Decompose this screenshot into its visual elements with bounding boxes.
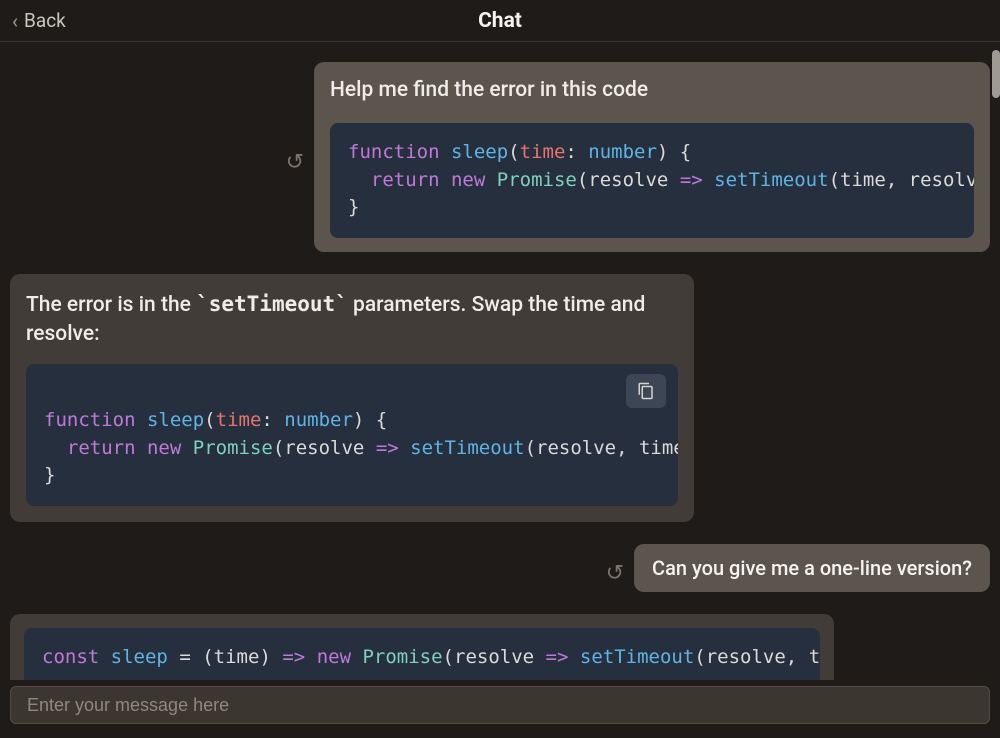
code-token: setTimeout (580, 646, 694, 668)
code-token: number (284, 409, 353, 431)
code-token: setTimeout (714, 169, 828, 191)
code-block: function sleep(time: number) { return ne… (26, 364, 678, 506)
code-token: new (317, 646, 351, 668)
code-token: resolve (909, 169, 974, 191)
scrollbar-thumb[interactable] (992, 50, 1000, 98)
code-block: const sleep = (time) => new Promise(reso… (24, 628, 820, 680)
user-message-bubble: Can you give me a one-line version? (634, 544, 990, 592)
code-token: Promise (362, 646, 442, 668)
assistant-message-bubble: const sleep = (time) => new Promise(reso… (10, 614, 834, 680)
code-token: resolve (284, 437, 364, 459)
regenerate-icon[interactable]: ↺ (286, 150, 304, 175)
code-token: number (588, 141, 657, 163)
message-row-assistant: The error is in the `setTimeout` paramet… (10, 274, 990, 522)
code-token: => (546, 646, 569, 668)
code-token: return (371, 169, 440, 191)
message-row-assistant: const sleep = (time) => new Promise(reso… (10, 614, 990, 680)
message-input[interactable] (10, 686, 990, 724)
code-token: sleep (147, 409, 204, 431)
copy-button[interactable] (626, 374, 666, 408)
page-title: Chat (478, 9, 522, 33)
inline-code: `setTimeout` (196, 292, 348, 316)
chat-window: ‹ Back Chat ↺ Help me find the error in … (0, 0, 1000, 738)
code-token: const (42, 646, 99, 668)
header-bar: ‹ Back Chat (0, 0, 1000, 42)
user-message-text: Help me find the error in this code (330, 76, 974, 105)
regenerate-icon[interactable]: ↺ (606, 561, 624, 586)
code-token: time (809, 646, 820, 668)
code-token: => (680, 169, 703, 191)
code-token: time (520, 141, 566, 163)
user-message-bubble: Help me find the error in this code func… (314, 62, 990, 252)
chevron-left-icon: ‹ (12, 11, 18, 31)
code-token: Promise (497, 169, 577, 191)
code-token: function (44, 409, 136, 431)
code-token: time (216, 409, 262, 431)
text-span: The error is in the (26, 293, 196, 317)
code-token: resolve (588, 169, 668, 191)
input-bar (0, 680, 1000, 738)
code-token: => (282, 646, 305, 668)
code-token: new (451, 169, 485, 191)
scrollbar-track[interactable] (992, 42, 1000, 680)
code-token: sleep (111, 646, 168, 668)
code-token: time (214, 646, 260, 668)
back-label: Back (24, 9, 66, 32)
code-token: time (840, 169, 886, 191)
code-token: new (147, 437, 181, 459)
back-button[interactable]: ‹ Back (12, 9, 66, 32)
messages-scroll-area[interactable]: ↺ Help me find the error in this code fu… (0, 42, 1000, 680)
code-token: resolve (706, 646, 786, 668)
code-token: resolve (454, 646, 534, 668)
code-token: time (639, 437, 678, 459)
code-token: resolve (536, 437, 616, 459)
copy-icon (637, 382, 655, 400)
code-token: function (348, 141, 440, 163)
assistant-message-text: The error is in the `setTimeout` paramet… (26, 290, 678, 350)
code-token: setTimeout (410, 437, 524, 459)
message-row-user: ↺ Can you give me a one-line version? (10, 544, 990, 592)
code-token: sleep (451, 141, 508, 163)
message-row-user: ↺ Help me find the error in this code fu… (10, 62, 990, 252)
code-token: return (67, 437, 136, 459)
code-block: function sleep(time: number) { return ne… (330, 123, 974, 238)
code-token: => (376, 437, 399, 459)
user-message-text: Can you give me a one-line version? (652, 556, 972, 580)
assistant-message-bubble: The error is in the `setTimeout` paramet… (10, 274, 694, 522)
code-token: Promise (193, 437, 273, 459)
code-token: = (179, 646, 190, 668)
